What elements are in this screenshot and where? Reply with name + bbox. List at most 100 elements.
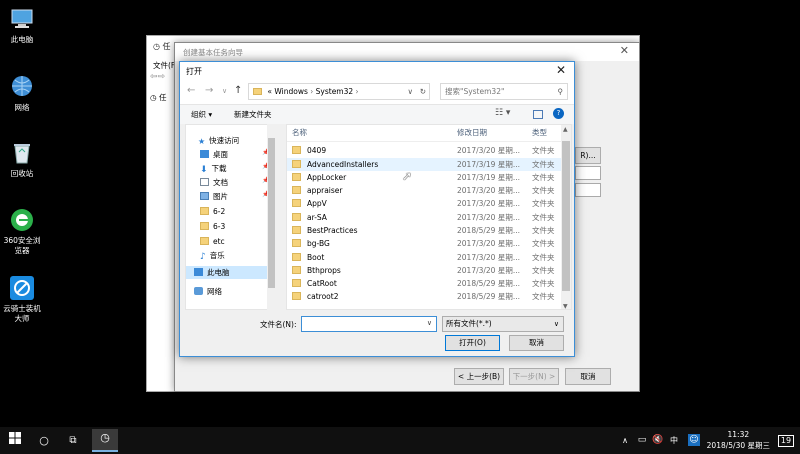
ime-indicator[interactable]: 中: [668, 432, 680, 449]
clock-icon: ◷: [150, 93, 157, 102]
filename-input[interactable]: ∨: [301, 316, 437, 332]
address-dropdown-icon[interactable]: ∨: [408, 84, 414, 99]
forward-arrow-icon[interactable]: →: [205, 85, 213, 96]
network-status-icon[interactable]: ▭: [636, 432, 648, 449]
document-icon: [200, 178, 209, 186]
action-center-icon[interactable]: 19: [776, 433, 796, 449]
mouse-cursor-icon: ➚: [402, 169, 413, 183]
nav-scrollbar-thumb[interactable]: [268, 138, 275, 288]
file-list-scrollbar[interactable]: ▲ ▼: [561, 125, 571, 309]
navigation-bar: ← → ∨ ↑ « Windows › System32 › ∨ ↻ 搜索"Sy…: [180, 80, 574, 104]
back-arrow-icon[interactable]: ←: [187, 85, 195, 96]
preview-pane-icon[interactable]: [533, 110, 543, 119]
nav-item-desktop[interactable]: 桌面: [200, 148, 228, 161]
taskbar-app-task-scheduler[interactable]: ◷: [92, 429, 118, 452]
nav-item-6-2[interactable]: 6-2: [200, 205, 225, 218]
new-folder-button[interactable]: 新建文件夹: [234, 109, 272, 120]
nav-item-etc[interactable]: etc: [200, 235, 225, 248]
next-button[interactable]: 下一步(N) >: [509, 368, 559, 385]
breadcrumb-windows[interactable]: Windows: [274, 87, 307, 96]
desktop-icon-this-pc[interactable]: 此电脑: [0, 6, 44, 45]
chevron-down-icon[interactable]: ∨: [427, 319, 432, 327]
nav-item-network[interactable]: 网络: [194, 285, 222, 298]
up-arrow-icon[interactable]: ↑: [234, 85, 242, 96]
star-icon: ★: [198, 137, 206, 146]
file-row[interactable]: catroot2 2018/5/29 星期... 文件夹: [287, 290, 562, 301]
nav-item-this-pc[interactable]: 此电脑: [186, 266, 269, 279]
nav-item-music[interactable]: ♪ 音乐: [200, 249, 225, 262]
breadcrumb-overflow[interactable]: «: [267, 87, 272, 96]
task-view-icon[interactable]: ⧉: [64, 432, 82, 449]
column-header-name[interactable]: 名称: [292, 125, 307, 141]
show-hidden-icons-icon[interactable]: ∧: [620, 432, 630, 449]
desktop-icon-label: 云骑士装机大师: [3, 304, 41, 323]
clock-icon: ◷: [100, 431, 110, 444]
nav-item-6-3[interactable]: 6-3: [200, 220, 225, 233]
file-row[interactable]: appraiser 2017/3/20 星期... 文件夹: [287, 184, 562, 197]
file-row[interactable]: ar-SA 2017/3/20 星期... 文件夹: [287, 211, 562, 224]
refresh-icon[interactable]: ↻: [420, 84, 426, 99]
program-field[interactable]: [575, 166, 601, 180]
search-input[interactable]: 搜索"System32" ⚲: [440, 83, 568, 100]
file-row[interactable]: Bthprops 2017/3/20 星期... 文件夹: [287, 264, 562, 277]
file-row[interactable]: Boot 2017/3/20 星期... 文件夹: [287, 251, 562, 264]
wizard-cancel-button[interactable]: 取消: [565, 368, 611, 385]
file-row[interactable]: AdvancedInstallers 2017/3/19 星期... 文件夹: [287, 158, 562, 171]
folder-icon: [253, 88, 262, 95]
volume-muted-icon[interactable]: 🔇: [652, 432, 664, 449]
recent-dropdown-icon[interactable]: ∨: [222, 87, 227, 95]
nav-scrollbar[interactable]: [267, 124, 276, 310]
cancel-button[interactable]: 取消: [509, 335, 564, 351]
nav-arrows[interactable]: ⇦⇨: [150, 72, 165, 82]
scroll-up-icon[interactable]: ▲: [563, 126, 568, 133]
file-row[interactable]: CatRoot 2018/5/29 星期... 文件夹: [287, 277, 562, 290]
arguments-field[interactable]: [575, 183, 601, 197]
taskbar: ○ ⧉ ◷ ∧ ▭ 🔇 中 ☺ 11:32 2018/5/30 星期三 19: [0, 427, 800, 454]
search-circle-icon[interactable]: ○: [36, 432, 52, 449]
desktop-icon-network[interactable]: 网络: [0, 74, 44, 113]
tree-root[interactable]: ◷ 任: [150, 92, 166, 103]
pc-icon: [9, 6, 35, 32]
column-header-date[interactable]: 修改日期: [457, 125, 487, 141]
column-header-type[interactable]: 类型: [532, 125, 547, 141]
filetype-select[interactable]: 所有文件(*.*) ∨: [442, 316, 564, 332]
file-row[interactable]: AppV 2017/3/20 星期... 文件夹: [287, 197, 562, 210]
desktop-icon-recycle-bin[interactable]: 回收站: [0, 140, 44, 179]
dialog-title-bar: 打开 ✕: [180, 62, 574, 80]
system-clock[interactable]: 11:32 2018/5/30 星期三: [707, 429, 770, 451]
desktop-icon-360-browser[interactable]: 360安全浏览器: [0, 207, 44, 256]
scroll-down-icon[interactable]: ▼: [563, 303, 568, 309]
file-row[interactable]: bg-BG 2017/3/20 星期... 文件夹: [287, 237, 562, 250]
nav-item-documents[interactable]: 文档: [200, 176, 228, 189]
start-button[interactable]: [6, 432, 24, 449]
help-icon[interactable]: ?: [553, 108, 564, 119]
back-button[interactable]: < 上一步(B): [454, 368, 504, 385]
file-row[interactable]: AppLocker 2017/3/19 星期... 文件夹: [287, 171, 562, 184]
browse-button[interactable]: R)...: [575, 147, 601, 164]
nav-item-downloads[interactable]: ⬇ 下载: [200, 162, 227, 175]
network-icon: [194, 287, 203, 295]
folder-icon: [292, 279, 301, 287]
nav-item-pictures[interactable]: 图片: [200, 190, 228, 203]
file-list-scrollbar-thumb[interactable]: [562, 141, 570, 291]
nav-item-quick-access[interactable]: ★ 快速访问: [198, 134, 239, 147]
open-button[interactable]: 打开(O): [445, 335, 500, 351]
yunqishi-icon: [9, 275, 35, 301]
file-row[interactable]: 0409 2017/3/20 星期... 文件夹: [287, 144, 562, 157]
dialog-title: 打开: [186, 67, 202, 76]
user-account-icon[interactable]: ☺: [688, 434, 700, 446]
folder-icon: [292, 160, 301, 168]
address-bar[interactable]: « Windows › System32 › ∨ ↻: [248, 83, 430, 100]
folder-icon: [292, 239, 301, 247]
desktop-icon-yunqishi[interactable]: 云骑士装机大师: [0, 275, 44, 324]
close-icon[interactable]: ✕: [556, 63, 566, 77]
organize-menu[interactable]: 组织 ▾: [191, 109, 212, 120]
close-icon[interactable]: ✕: [620, 44, 629, 57]
folder-icon: [292, 292, 301, 300]
folder-icon: [200, 222, 209, 230]
file-row[interactable]: BestPractices 2018/5/29 星期... 文件夹: [287, 224, 562, 237]
breadcrumb-system32[interactable]: System32: [316, 87, 354, 96]
desktop-icon-label: 网络: [14, 103, 30, 112]
view-options-icon[interactable]: ☷ ▾: [495, 108, 510, 118]
desktop-icon-label: 回收站: [10, 169, 34, 178]
